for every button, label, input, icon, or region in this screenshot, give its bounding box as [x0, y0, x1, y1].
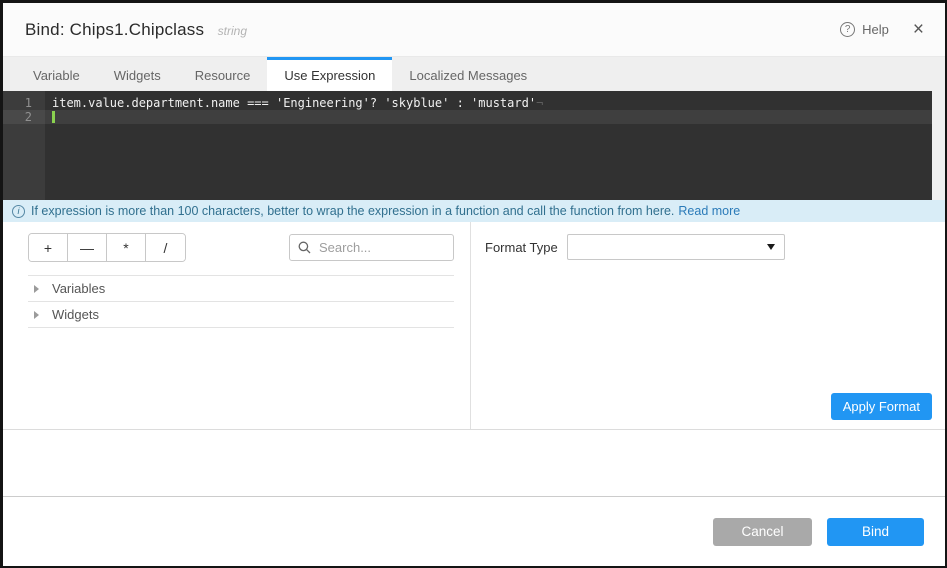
dialog-title: Bind: Chips1.Chipclass	[25, 20, 204, 39]
property-type-label: string	[218, 24, 247, 38]
format-type-row: Format Type	[485, 234, 932, 260]
triangle-right-icon	[34, 311, 39, 319]
dialog-title-group: Bind: Chips1.Chipclass string	[25, 20, 247, 40]
close-icon[interactable]: ×	[913, 20, 924, 39]
editor-line-1: 1 item.value.department.name === 'Engine…	[3, 96, 945, 110]
bind-button[interactable]: Bind	[827, 518, 924, 546]
editor-line-2: 2	[3, 110, 945, 124]
format-type-select[interactable]	[567, 234, 785, 260]
tree-item-variables[interactable]: Variables	[28, 276, 454, 302]
eol-marker: ¬	[536, 96, 543, 110]
tab-resource[interactable]: Resource	[178, 57, 268, 91]
expression-helper-panel: + — * / Variables	[3, 222, 471, 429]
format-panel: Format Type Apply Format	[471, 222, 945, 429]
dialog-footer: Cancel Bind	[3, 497, 945, 566]
minus-operator-button[interactable]: —	[68, 234, 107, 261]
expression-editor[interactable]: 1 item.value.department.name === 'Engine…	[3, 91, 945, 200]
main-panels: + — * / Variables	[3, 222, 945, 430]
body-spacer	[3, 430, 945, 497]
search-input[interactable]	[317, 239, 445, 256]
search-box	[289, 234, 454, 261]
operator-button-group: + — * /	[28, 233, 186, 262]
toolbar-row: + — * /	[28, 233, 454, 262]
info-bar: i If expression is more than 100 charact…	[3, 200, 945, 222]
plus-operator-button[interactable]: +	[29, 234, 68, 261]
tab-bar: Variable Widgets Resource Use Expression…	[3, 57, 945, 91]
text-cursor	[52, 111, 55, 123]
triangle-right-icon	[34, 285, 39, 293]
cancel-button[interactable]: Cancel	[713, 518, 812, 546]
apply-format-button[interactable]: Apply Format	[831, 393, 932, 420]
code-text	[45, 110, 55, 124]
tab-widgets[interactable]: Widgets	[97, 57, 178, 91]
line-number: 1	[3, 96, 45, 110]
info-message: If expression is more than 100 character…	[31, 204, 674, 218]
triangle-down-icon	[767, 244, 775, 250]
bind-source-tree: Variables Widgets	[28, 275, 454, 328]
help-button[interactable]: ? Help	[840, 22, 889, 37]
question-circle-icon: ?	[840, 22, 855, 37]
tree-item-label: Variables	[52, 281, 105, 296]
divide-operator-button[interactable]: /	[146, 234, 185, 261]
tab-localized-messages[interactable]: Localized Messages	[392, 57, 544, 91]
line-number: 2	[3, 110, 45, 124]
multiply-operator-button[interactable]: *	[107, 234, 146, 261]
read-more-link[interactable]: Read more	[678, 204, 740, 218]
format-type-label: Format Type	[485, 240, 567, 255]
tree-item-widgets[interactable]: Widgets	[28, 302, 454, 328]
help-label: Help	[862, 22, 889, 37]
tab-variable[interactable]: Variable	[16, 57, 97, 91]
tree-item-label: Widgets	[52, 307, 99, 322]
dialog-header: Bind: Chips1.Chipclass string ? Help ×	[3, 3, 945, 57]
info-circle-icon: i	[12, 205, 25, 218]
magnifier-icon	[298, 241, 311, 254]
bind-dialog: Bind: Chips1.Chipclass string ? Help × V…	[0, 0, 947, 568]
tab-use-expression[interactable]: Use Expression	[267, 57, 392, 91]
header-actions: ? Help ×	[840, 20, 924, 39]
code-text: item.value.department.name === 'Engineer…	[45, 96, 543, 110]
